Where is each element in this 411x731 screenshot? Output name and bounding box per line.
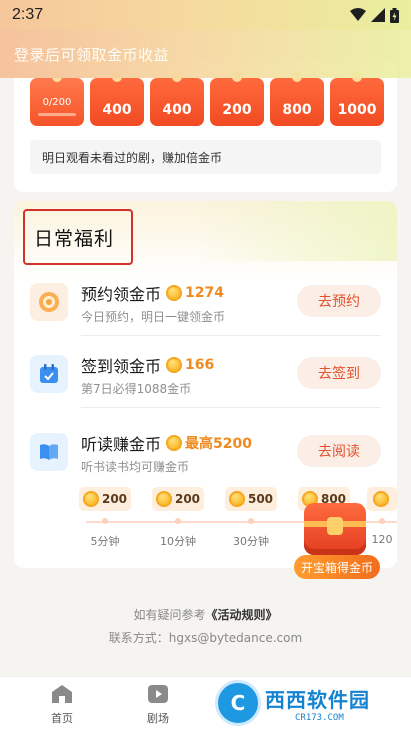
task-title: 签到领金币 166 [81,353,214,377]
milestone: 200 5分钟 [75,487,135,549]
double-coin-tip-text: 明日观看未看过的剧，赚加倍金币 [42,150,223,165]
status-time: 2:37 [12,6,44,23]
task-reserve: 预约领金币 1274 今日预约，明日一键领金币 去预约 [30,279,381,335]
milestone-label: 10分钟 [160,535,196,548]
coin-reward-item[interactable]: 1000 [330,78,384,126]
milestone-coins: 500 [247,492,274,506]
nav-item-theater[interactable]: 剧场 [110,677,206,731]
watermark-main: 西西软件园 [265,687,370,712]
coin-icon [166,285,183,301]
nav-label: 剧场 [147,712,169,725]
task-reward: 1274 [166,285,224,301]
watermark-sub: CR173.COM [295,712,344,723]
milestone-label: 5分钟 [90,535,120,548]
milestone-dot [175,518,181,524]
task-read: 听读赚金币 最高5200 听书读书均可赚金币 去阅读 [30,429,381,485]
milestone-label: 30分钟 [233,535,269,548]
milestone: 200 10分钟 [148,487,208,549]
coin-icon [166,357,183,373]
coin-reward-item[interactable]: 400 [150,78,204,126]
nav-item-home[interactable]: 首页 [14,677,110,731]
footer-contact: 联系方式：hgxs@bytedance.com [108,631,303,645]
coin-reward-item[interactable]: 200 [210,78,264,126]
coin-reward-item[interactable]: 400 [90,78,144,126]
milestone-coins: 200 [101,492,128,506]
task-title: 听读赚金币 最高5200 [81,431,252,455]
task-reward: 166 [166,357,214,373]
open-chest-button[interactable]: 开宝箱得金币 [294,555,380,579]
section-title-text: 日常福利 [34,227,115,250]
coin-reward-item[interactable]: 0/200 [30,78,84,126]
milestone-dot [102,518,108,524]
coin-icon [155,491,172,507]
signal-icon [371,8,385,22]
footer-note: 如有疑问参考《活动规则》 [0,606,411,623]
status-bar: 2:37 [0,0,411,30]
task-title-text: 预约领金币 [81,285,162,304]
coin-icon [82,491,99,507]
read-button[interactable]: 去阅读 [297,435,381,467]
coin-icon [228,491,245,507]
task-reward-value: 最高5200 [185,436,252,452]
play-icon [147,683,169,705]
milestone-chip: 200 [79,487,131,511]
coin-reward-row: 0/200 400 400 200 800 1000 [30,78,384,126]
book-icon [30,433,68,471]
battery-icon [390,7,399,23]
chest-lock-icon [327,517,343,535]
watermark: C 西西软件园 CR173.COM [215,677,411,729]
task-title-text: 签到领金币 [81,357,162,376]
double-coin-tip: 明日观看未看过的剧，赚加倍金币 [30,140,381,174]
milestone: 500 30分钟 [221,487,281,549]
task-reward-value: 1274 [185,285,224,301]
reserve-button[interactable]: 去预约 [297,285,381,317]
task-checkin: 签到领金币 166 第7日必得1088金币 去签到 [30,351,381,407]
milestone-coins: 200 [174,492,201,506]
wifi-icon [350,8,366,21]
divider [81,407,381,408]
checkin-button[interactable]: 去签到 [297,357,381,389]
login-banner[interactable]: 登录后可领取金币收益 [0,30,411,78]
milestone-chip: 500 [225,487,277,511]
task-title: 预约领金币 1274 [81,281,224,305]
task-desc: 今日预约，明日一键领金币 [81,310,226,324]
milestone-chip: 200 [152,487,204,511]
task-reward: 最高5200 [166,433,252,453]
home-icon [51,683,73,705]
calendar-icon [30,355,68,393]
task-title-text: 听读赚金币 [81,435,162,454]
coin-icon [166,435,183,451]
coin-reward-card: 0/200 400 400 200 800 1000 明日观看未看过的剧，赚加倍… [14,60,397,192]
login-banner-text: 登录后可领取金币收益 [14,45,170,64]
milestone-dot [248,518,254,524]
watermark-text: 西西软件园 CR173.COM [265,684,370,723]
status-icons [350,7,399,23]
treasure-chest[interactable]: 开宝箱得金币 [290,497,382,581]
coin-reward-item[interactable]: 800 [270,78,324,126]
watermark-logo: C [215,680,261,726]
rules-link[interactable]: 《活动规则》 [206,608,278,622]
coin-badge-icon [30,283,68,321]
section-title: 日常福利 [23,209,133,265]
task-reward-value: 166 [185,357,215,373]
footer-note-prefix: 如有疑问参考 [133,608,206,622]
task-desc: 听书读书均可赚金币 [81,460,190,474]
task-desc: 第7日必得1088金币 [81,382,192,396]
nav-label: 首页 [51,712,73,725]
divider [81,335,381,336]
